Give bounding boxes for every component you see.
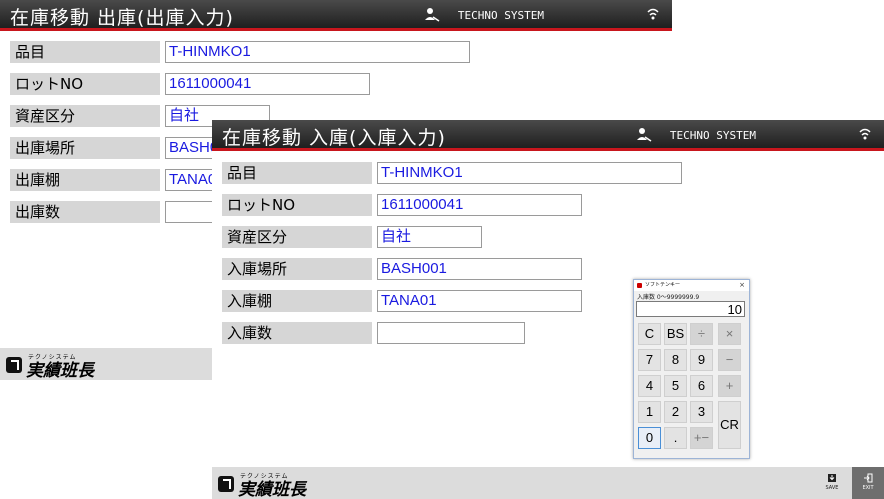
logo-text: 実績班長 bbox=[26, 361, 94, 380]
asset-field[interactable]: 自社 bbox=[377, 226, 482, 248]
field-label: 資産区分 bbox=[222, 226, 372, 248]
key-4[interactable]: 4 bbox=[638, 375, 661, 397]
page-title: 在庫移動 出庫(出庫入力) bbox=[10, 7, 234, 29]
key-5[interactable]: 5 bbox=[664, 375, 687, 397]
logo-mark-icon bbox=[6, 357, 22, 373]
soft-keypad-window: ソフトテンキー × 入庫数 0～9999999.9 10 C BS ÷ × 7 … bbox=[633, 279, 750, 459]
keypad-display[interactable]: 10 bbox=[636, 301, 745, 317]
company-name: TECHNO SYSTEM bbox=[457, 9, 544, 22]
field-label: 出庫棚 bbox=[10, 169, 160, 191]
exit-label: EXIT bbox=[862, 485, 874, 491]
key-2[interactable]: 2 bbox=[664, 401, 687, 423]
key-plus[interactable]: + bbox=[718, 375, 741, 397]
field-label: 品目 bbox=[222, 162, 372, 184]
field-label: 入庫数 bbox=[222, 322, 372, 344]
inbound-screen: 在庫移動 入庫(入庫入力) TECHNO SYSTEM 品目 T-HINMKO1… bbox=[212, 120, 884, 499]
key-6[interactable]: 6 bbox=[690, 375, 713, 397]
key-enter[interactable]: CR bbox=[718, 401, 741, 449]
page-title: 在庫移動 入庫(入庫入力) bbox=[222, 127, 446, 149]
user-icon bbox=[425, 8, 440, 22]
field-label: 出庫数 bbox=[10, 201, 160, 223]
keypad-title: ソフトテンキー bbox=[645, 282, 681, 288]
key-minus[interactable]: − bbox=[718, 349, 741, 371]
logo-mark-icon bbox=[218, 476, 234, 492]
key-divide[interactable]: ÷ bbox=[690, 323, 713, 345]
shelf-field[interactable]: TANA01 bbox=[377, 290, 582, 312]
key-8[interactable]: 8 bbox=[664, 349, 687, 371]
key-1[interactable]: 1 bbox=[638, 401, 661, 423]
field-label: ロットNO bbox=[10, 73, 160, 95]
key-sign[interactable]: +− bbox=[690, 427, 713, 449]
logo: テクノシステム 実績班長 bbox=[6, 354, 126, 380]
keypad-titlebar: ソフトテンキー × bbox=[634, 280, 749, 291]
key-backspace[interactable]: BS bbox=[664, 323, 687, 345]
app-icon bbox=[637, 283, 642, 288]
item-field[interactable]: T-HINMKO1 bbox=[165, 41, 470, 63]
key-9[interactable]: 9 bbox=[690, 349, 713, 371]
field-label: 品目 bbox=[10, 41, 160, 63]
key-decimal[interactable]: . bbox=[664, 427, 687, 449]
field-label: ロットNO bbox=[222, 194, 372, 216]
quantity-field[interactable] bbox=[377, 322, 525, 344]
key-7[interactable]: 7 bbox=[638, 349, 661, 371]
exit-icon bbox=[864, 473, 873, 483]
field-label: 出庫場所 bbox=[10, 137, 160, 159]
field-label: 資産区分 bbox=[10, 105, 160, 127]
title-bar: 在庫移動 出庫(出庫入力) TECHNO SYSTEM bbox=[0, 0, 672, 31]
save-button[interactable]: SAVE bbox=[816, 467, 848, 499]
lot-field[interactable]: 1611000041 bbox=[377, 194, 582, 216]
key-clear[interactable]: C bbox=[638, 323, 661, 345]
company-name: TECHNO SYSTEM bbox=[669, 129, 756, 142]
key-0[interactable]: 0 bbox=[638, 427, 661, 449]
key-3[interactable]: 3 bbox=[690, 401, 713, 423]
user-icon bbox=[637, 128, 652, 142]
location-field[interactable]: BASH001 bbox=[377, 258, 582, 280]
close-icon[interactable]: × bbox=[739, 280, 745, 291]
save-icon bbox=[828, 474, 836, 482]
wifi-icon bbox=[647, 8, 659, 20]
logo-text: 実績班長 bbox=[238, 480, 306, 499]
key-multiply[interactable]: × bbox=[718, 323, 741, 345]
save-label: SAVE bbox=[825, 485, 839, 491]
title-bar: 在庫移動 入庫(入庫入力) TECHNO SYSTEM bbox=[212, 120, 884, 151]
item-field[interactable]: T-HINMKO1 bbox=[377, 162, 682, 184]
lot-field[interactable]: 1611000041 bbox=[165, 73, 370, 95]
exit-button[interactable]: EXIT bbox=[852, 467, 884, 499]
field-label: 入庫場所 bbox=[222, 258, 372, 280]
range-label: 入庫数 0～9999999.9 bbox=[637, 294, 700, 301]
logo: テクノシステム 実績班長 bbox=[218, 473, 338, 499]
footer-bar: テクノシステム 実績班長 SAVE EXIT bbox=[212, 467, 884, 499]
wifi-icon bbox=[859, 128, 871, 140]
field-label: 入庫棚 bbox=[222, 290, 372, 312]
